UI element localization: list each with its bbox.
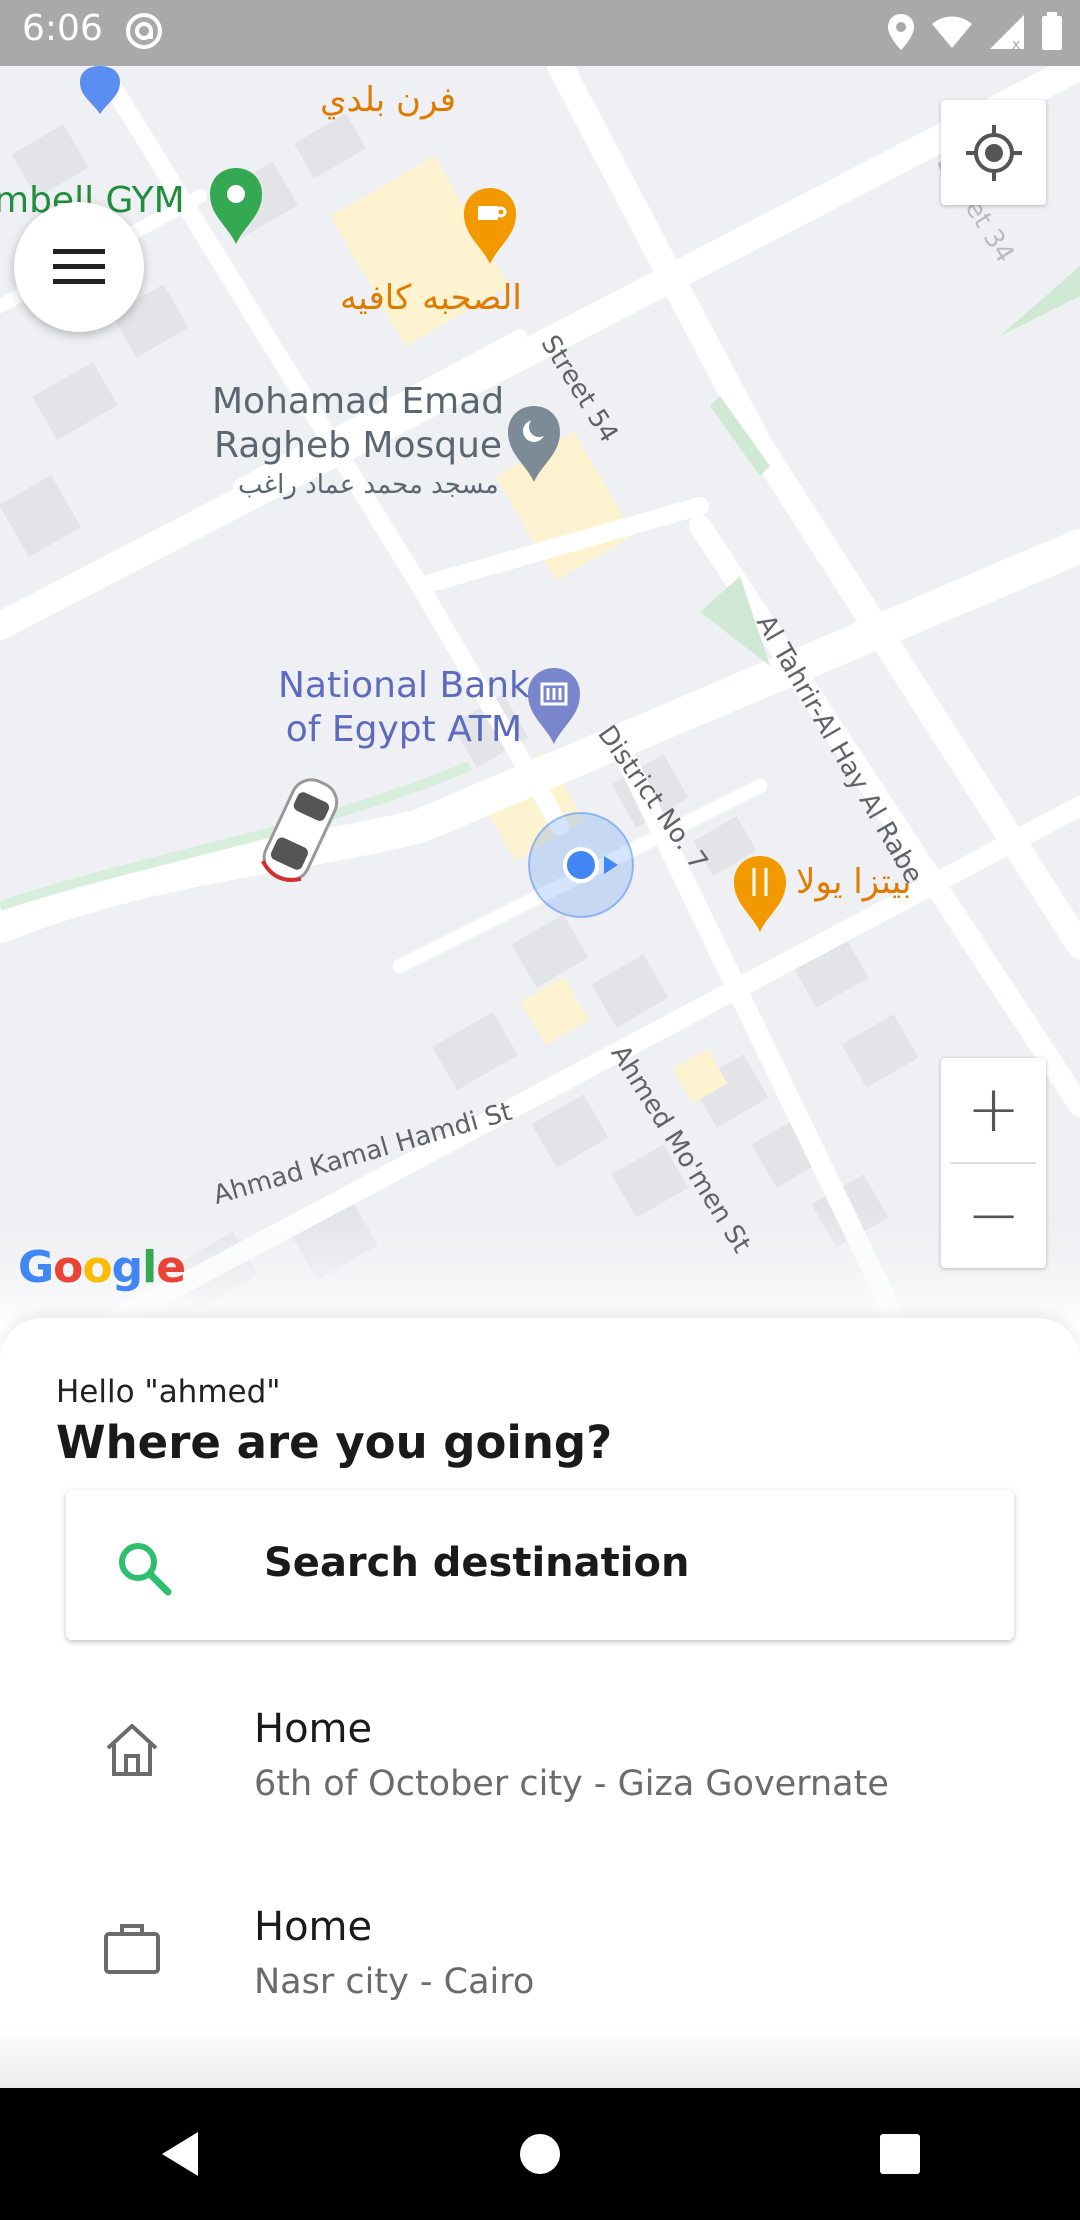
status-bar: 6:06 x [0, 0, 1080, 66]
home-circle-icon [520, 2134, 560, 2174]
bank-pin-icon[interactable] [524, 666, 584, 746]
place-title: Home [254, 1706, 373, 1752]
signal-icon: x [990, 15, 1024, 51]
recents-icon [880, 2134, 920, 2174]
saved-place-home[interactable]: Home 6th of October city - Giza Governat… [0, 1696, 1080, 1866]
status-time: 6:06 [22, 8, 103, 49]
crosshair-icon [965, 124, 1022, 181]
wifi-icon [932, 16, 972, 48]
zoom-in-button[interactable]: + [941, 1058, 1046, 1162]
svg-text:x: x [1012, 37, 1020, 51]
map-label-mosque-line1: Mohamad Emad [212, 381, 505, 422]
nav-recents-button[interactable] [840, 2094, 960, 2214]
home-icon [106, 1724, 158, 1776]
car-icon [261, 778, 339, 882]
map-label-bank: National Bank of Egypt ATM [278, 664, 530, 752]
restaurant-pin-icon[interactable] [730, 854, 790, 934]
map-label-mosque-line2: Ragheb Mosque [214, 425, 503, 466]
search-destination-field[interactable]: Search destination [66, 1490, 1014, 1640]
map-label-mosque: Mohamad Emad Ragheb Mosque [212, 380, 504, 468]
map-label-cafe: الصحبه كافيه [340, 278, 522, 318]
destination-sheet: Hello "ahmed" Where are you going? Searc… [0, 1318, 1080, 2088]
transit-pin-icon[interactable] [72, 66, 128, 116]
gym-pin-icon[interactable] [206, 166, 266, 246]
location-icon [888, 14, 914, 50]
map-view[interactable]: فرن بلدي mbell GYM الصحبه كافيه Street 5… [0, 66, 1080, 1328]
sheet-bottom-fade [0, 2028, 1080, 2088]
search-icon [119, 1543, 172, 1596]
battery-icon [1042, 12, 1062, 50]
map-label-bank-line2: of Egypt ATM [285, 709, 523, 750]
current-location-marker [528, 812, 634, 918]
nav-home-button[interactable] [480, 2094, 600, 2214]
place-title: Home [254, 1904, 373, 1950]
place-subtitle: Nasr city - Cairo [254, 1962, 535, 2002]
map-label-bakery: فرن بلدي [320, 80, 456, 120]
mosque-pin-icon[interactable] [504, 404, 564, 484]
sheet-headline: Where are you going? [56, 1416, 613, 1469]
system-nav-bar [0, 2088, 1080, 2220]
back-icon [162, 2132, 198, 2176]
menu-button[interactable] [14, 202, 144, 332]
google-logo: Google [18, 1242, 186, 1293]
search-placeholder: Search destination [264, 1540, 690, 1586]
nav-back-button[interactable] [120, 2094, 240, 2214]
my-location-button[interactable] [941, 100, 1046, 205]
map-label-mosque-arabic: مسجد محمد عماد راغب [238, 470, 499, 500]
cafe-pin-icon[interactable] [460, 186, 520, 266]
map-label-bank-line1: National Bank [278, 665, 530, 706]
map-label-pizza: بيتزا يولا [796, 862, 912, 902]
greeting-text: Hello "ahmed" [56, 1374, 281, 1410]
hamburger-menu-icon [53, 249, 105, 284]
zoom-out-button[interactable]: − [941, 1164, 1046, 1268]
zoom-controls: + − [941, 1058, 1046, 1268]
briefcase-icon [104, 1924, 160, 1974]
place-subtitle: 6th of October city - Giza Governate [254, 1764, 889, 1804]
at-sign-icon [126, 13, 162, 49]
